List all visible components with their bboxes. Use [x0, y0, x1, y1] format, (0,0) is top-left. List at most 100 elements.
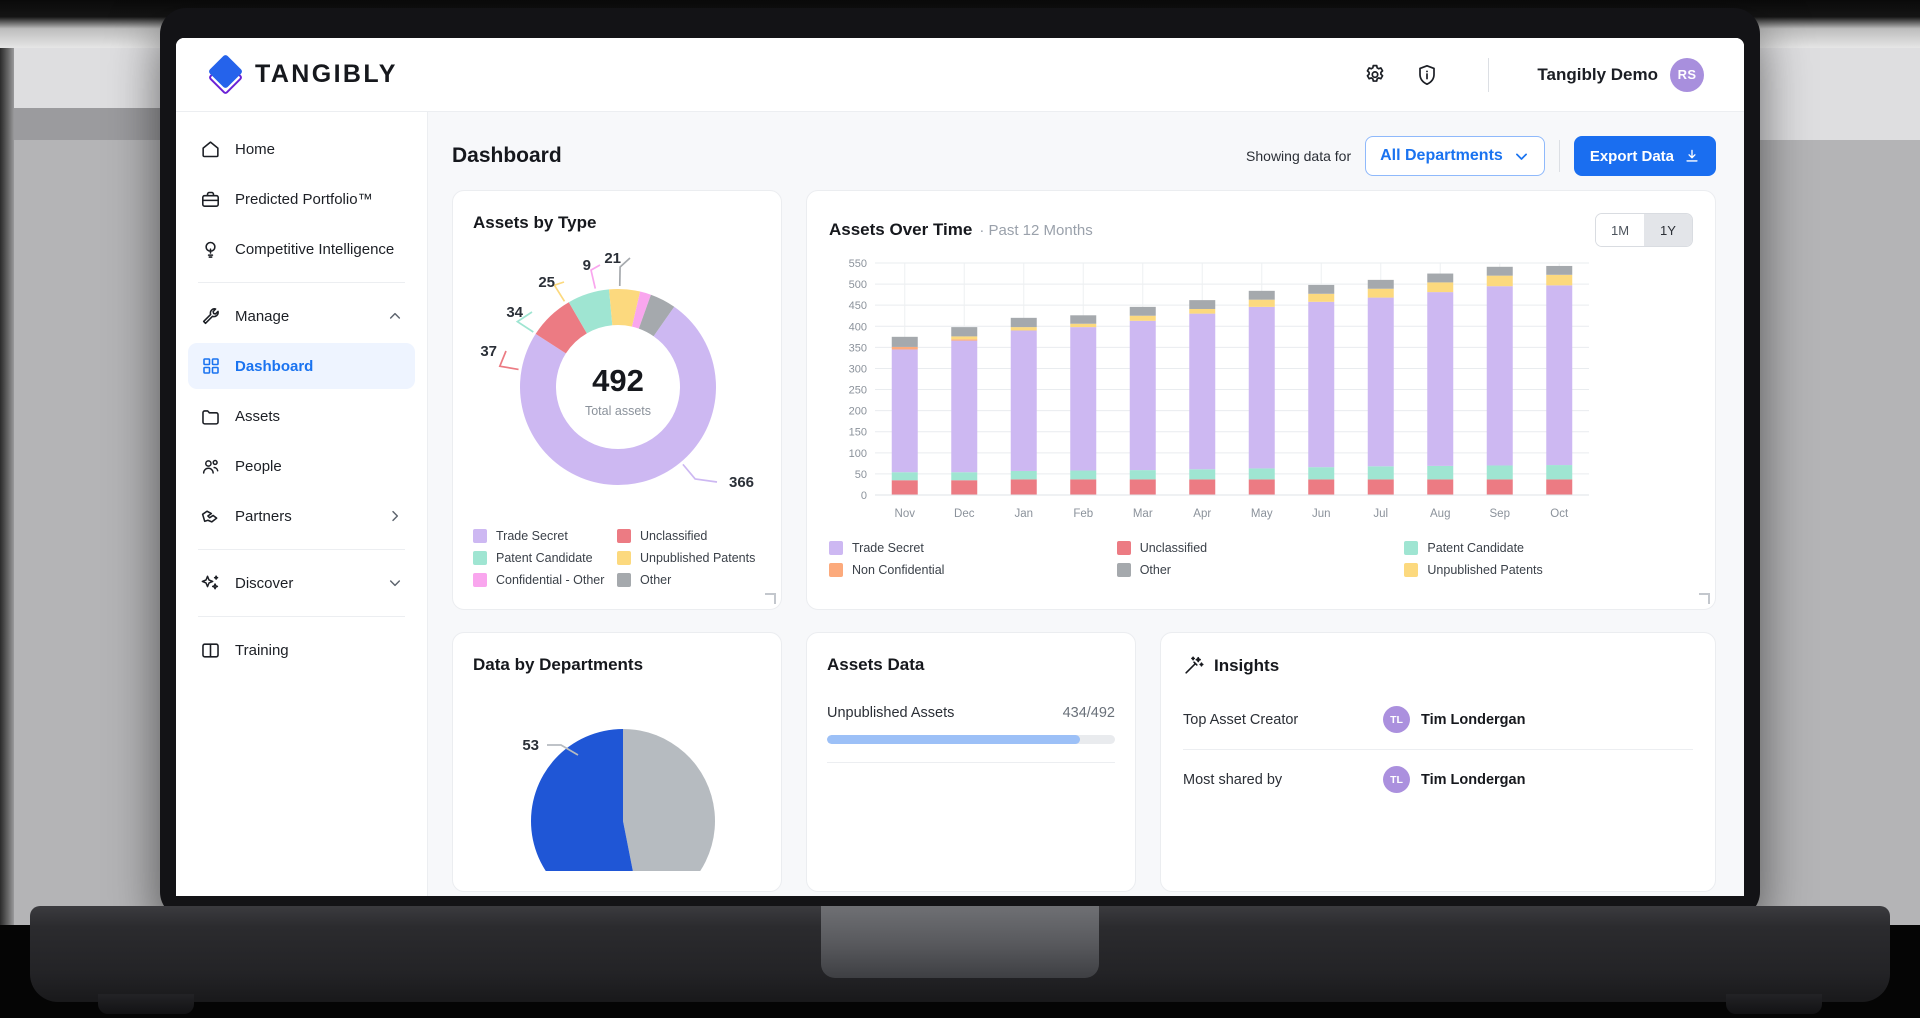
bar-segment[interactable] [1486, 465, 1513, 480]
bar-segment[interactable] [1010, 470, 1037, 480]
bar-segment[interactable] [1367, 479, 1394, 495]
bar-segment[interactable] [1308, 284, 1335, 294]
bar-segment[interactable] [1486, 479, 1513, 495]
bar-segment[interactable] [1427, 292, 1454, 466]
legend-item: Other [1116, 563, 1405, 577]
bar-segment[interactable] [1070, 315, 1097, 324]
bar-segment[interactable] [1010, 330, 1037, 471]
user-menu[interactable]: Tangibly Demo RS [1537, 57, 1704, 92]
pie-slice[interactable] [623, 729, 715, 871]
legend-swatch [829, 541, 843, 555]
bar-segment[interactable] [1248, 306, 1275, 469]
legend-swatch [1116, 563, 1131, 577]
sidebar-item-training[interactable]: Training [188, 627, 415, 673]
bar-segment[interactable] [1546, 465, 1573, 480]
bar-segment[interactable] [951, 340, 978, 473]
bar-segment[interactable] [1308, 293, 1335, 302]
bar-segment[interactable] [1367, 297, 1394, 467]
legend-label: Unpublished Patents [640, 551, 756, 565]
resize-grip[interactable] [765, 593, 776, 604]
bar-segment[interactable] [1129, 306, 1156, 316]
bar-segment[interactable] [1427, 273, 1454, 283]
bar-segment[interactable] [891, 336, 918, 347]
shield-info-icon[interactable] [1414, 62, 1440, 88]
sidebar-item-competitive-intelligence[interactable]: Competitive Intelligence [188, 226, 415, 272]
bar-segment[interactable] [951, 327, 978, 337]
bar-segment[interactable] [1070, 470, 1097, 480]
bar-segment[interactable] [1546, 274, 1573, 286]
bar-segment[interactable] [891, 346, 918, 350]
bar-segment[interactable] [891, 472, 918, 481]
bar-segment[interactable] [891, 349, 918, 473]
bar-segment[interactable] [951, 472, 978, 481]
bar-segment[interactable] [891, 480, 918, 495]
bar-segment[interactable] [1010, 327, 1037, 331]
sidebar-item-partners[interactable]: Partners [188, 493, 415, 539]
bar-segment[interactable] [1129, 470, 1156, 480]
export-data-button[interactable]: Export Data [1573, 136, 1716, 176]
bar-segment[interactable] [1248, 299, 1275, 307]
bar-segment[interactable] [1010, 479, 1037, 495]
bar-segment[interactable] [1189, 313, 1216, 470]
bar-segment[interactable] [1189, 469, 1216, 480]
bar-segment[interactable] [951, 336, 978, 340]
bar-segment[interactable] [1129, 315, 1156, 321]
gear-icon[interactable] [1362, 62, 1388, 88]
sidebar-item-dashboard[interactable]: Dashboard [188, 343, 415, 389]
bar-segment[interactable] [951, 480, 978, 495]
range-option-1m[interactable]: 1M [1596, 214, 1644, 246]
sidebar-item-discover[interactable]: Discover [188, 560, 415, 606]
bar-segment[interactable] [1367, 279, 1394, 289]
bar-segment[interactable] [1427, 282, 1454, 293]
legend-swatch [617, 529, 631, 543]
sidebar-item-people[interactable]: People [188, 443, 415, 489]
sidebar-item-assets[interactable]: Assets [188, 393, 415, 439]
bar-segment[interactable] [1129, 479, 1156, 495]
assets-data-divider [827, 762, 1115, 763]
assets-data-row: Unpublished Assets 434/492 [827, 705, 1115, 763]
tangibly-diamond-icon [207, 53, 244, 95]
assets-by-type-donut[interactable]: 366 37 34 25 9 21 492 Total assets [473, 235, 761, 525]
bar-segment[interactable] [1367, 288, 1394, 298]
bar-segment[interactable] [1367, 466, 1394, 480]
sidebar-item-home[interactable]: Home [188, 126, 415, 172]
bar-segment[interactable] [1189, 479, 1216, 495]
bar-segment[interactable] [1308, 479, 1335, 495]
bar-segment[interactable] [1546, 285, 1573, 466]
bar-segment[interactable] [1427, 479, 1454, 495]
bar-segment[interactable] [1189, 300, 1216, 309]
sidebar-item-predicted-portfolio[interactable]: Predicted Portfolio™ [188, 176, 415, 222]
bar-segment[interactable] [1010, 317, 1037, 328]
unpublished-assets-row: Unpublished Assets 434/492 [827, 705, 1115, 721]
bar-segment[interactable] [1070, 327, 1097, 471]
bar-segment[interactable] [1486, 275, 1513, 287]
bar-segment[interactable] [1308, 301, 1335, 468]
assets-data-title: Assets Data [827, 655, 925, 674]
bar-segment[interactable] [1070, 479, 1097, 495]
range-option-1y[interactable]: 1Y [1644, 214, 1692, 246]
resize-grip[interactable] [1699, 593, 1710, 604]
bar-segment[interactable] [1248, 468, 1275, 480]
legend-label: Non Confidential [852, 563, 945, 577]
app-header: TANGIBLY Tangibly Demo RS [176, 38, 1744, 112]
assets-over-time-chart[interactable]: 0 50 100 150 200 250 300 350 400 450 500 550 Nov Dec J… [829, 255, 1693, 535]
bar-segment[interactable] [1129, 320, 1156, 471]
brand-logo[interactable]: TANGIBLY [207, 53, 398, 95]
bar-segment[interactable] [1546, 479, 1573, 495]
department-dropdown[interactable]: All Departments [1365, 136, 1545, 176]
bar-segment[interactable] [951, 339, 978, 341]
sidebar-item-manage[interactable]: Manage [188, 293, 415, 339]
data-by-departments-card: Data by Departments 53 [452, 632, 782, 892]
bar-segment[interactable] [1427, 465, 1454, 480]
sidebar: Home Predicted Portfolio™ Competitive In… [176, 112, 428, 896]
data-by-departments-pie[interactable]: 53 [473, 701, 761, 871]
bar-segment[interactable] [1070, 323, 1097, 328]
bar-segment[interactable] [1486, 266, 1513, 276]
bar-segment[interactable] [1189, 308, 1216, 314]
bar-segment[interactable] [1248, 479, 1275, 495]
x-axis-tick-label: Mar [1133, 508, 1153, 520]
bar-segment[interactable] [1486, 286, 1513, 466]
bar-segment[interactable] [1248, 290, 1275, 300]
bar-segment[interactable] [1546, 265, 1573, 275]
bar-segment[interactable] [1308, 467, 1335, 480]
